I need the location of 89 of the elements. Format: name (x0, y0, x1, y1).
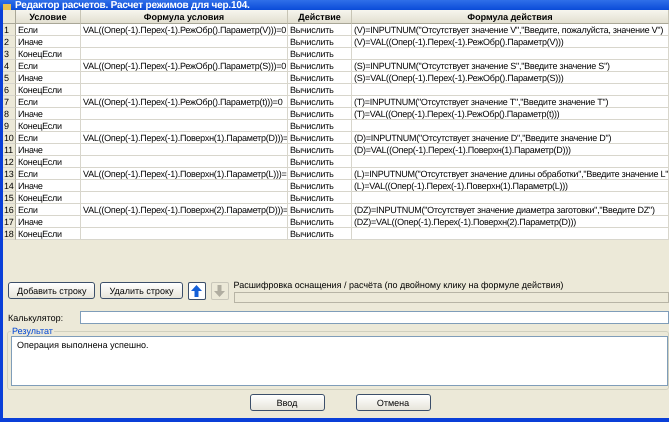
row-number[interactable]: 13 (3, 168, 16, 180)
column-header[interactable]: Формула действия (352, 10, 669, 24)
table-cell: Иначе (16, 108, 81, 120)
table-cell: Вычислить (288, 228, 352, 240)
table-cell: Если (16, 24, 81, 36)
table-cell: Вычислить (288, 132, 352, 144)
table-cell: Вычислить (288, 120, 352, 132)
table-cell: Вычислить (288, 180, 352, 192)
corner-header[interactable] (3, 10, 16, 24)
row-number[interactable]: 8 (3, 108, 16, 120)
row-number[interactable]: 17 (3, 216, 16, 228)
column-header[interactable]: Действие (288, 10, 352, 24)
table-cell: КонецЕсли (16, 192, 81, 204)
row-number[interactable]: 10 (3, 132, 16, 144)
calculator-field[interactable] (80, 311, 669, 324)
row-number[interactable]: 3 (3, 48, 16, 60)
table-cell: Вычислить (288, 156, 352, 168)
move-up-button[interactable] (188, 282, 206, 300)
table-cell: (T)=INPUTNUM("Отсутствует значение T","Введите значение T") (352, 96, 669, 108)
table-cell: Вычислить (288, 204, 352, 216)
table-cell: (L)=INPUTNUM("Отсутствует значение длины обработки","Введите значение L" (352, 168, 669, 180)
dialog-button[interactable]: Отмена (356, 394, 430, 411)
row-number[interactable]: 18 (3, 228, 16, 240)
up-arrow-icon (191, 285, 202, 297)
table-cell: Вычислить (288, 168, 352, 180)
row-number[interactable]: 11 (3, 144, 16, 156)
table-cell: Вычислить (288, 84, 352, 96)
table-cell: VAL((Опер(-1).Перех(-1).РежОбр().Параметр(V)))=0 (81, 24, 288, 36)
table-cell: Иначе (16, 144, 81, 156)
table-cell: Иначе (16, 180, 81, 192)
table-cell: Вычислить (288, 108, 352, 120)
table-cell: Если (16, 96, 81, 108)
table-cell: Вычислить (288, 60, 352, 72)
table-cell: КонецЕсли (16, 156, 81, 168)
table-cell: Если (16, 168, 81, 180)
result-title: Результат (11, 326, 54, 336)
table-cell: Иначе (16, 216, 81, 228)
row-number[interactable]: 9 (3, 120, 16, 132)
table-cell: (S)=VAL((Опер(-1).Перех(-1).РежОбр().Параметр(S))) (352, 72, 669, 84)
column-header[interactable]: Формула условия (81, 10, 288, 24)
down-arrow-icon (214, 285, 225, 297)
calculator-label: Калькулятор: (8, 312, 64, 322)
row-number[interactable]: 4 (3, 60, 16, 72)
table-cell: (DZ)=VAL((Опер(-1).Перех(-1).Поверхн(2).Параметр(D))) (352, 216, 669, 228)
row-number[interactable]: 1 (3, 24, 16, 36)
table-cell: Вычислить (288, 216, 352, 228)
table-cell: (D)=VAL((Опер(-1).Перех(-1).Поверхн(1).Параметр(D))) (352, 144, 669, 156)
table-cell: КонецЕсли (16, 84, 81, 96)
table-cell: (V)=VAL((Опер(-1).Перех(-1).РежОбр().Параметр(V))) (352, 36, 669, 48)
row-number[interactable]: 15 (3, 192, 16, 204)
column-header[interactable]: Условие (16, 10, 81, 24)
row-number[interactable]: 14 (3, 180, 16, 192)
table-cell: Если (16, 132, 81, 144)
row-number[interactable]: 16 (3, 204, 16, 216)
table-cell: VAL((Опер(-1).Перех(-1).РежОбр().Параметр(S)))=0 (81, 60, 288, 72)
table-cell: Вычислить (288, 36, 352, 48)
toolbar-button[interactable]: Добавить строку (8, 282, 96, 299)
table-cell: VAL((Опер(-1).Перех(-1).Поверхн(1).Параметр(L)))= (81, 168, 288, 180)
table-cell: Иначе (16, 36, 81, 48)
table-cell: (S)=INPUTNUM("Отсутствует значение S","Введите значение S") (352, 60, 669, 72)
table-cell: КонецЕсли (16, 228, 81, 240)
table-cell: (L)=VAL((Опер(-1).Перех(-1).Поверхн(1).Параметр(L))) (352, 180, 669, 192)
table-cell: Вычислить (288, 48, 352, 60)
table-cell: Вычислить (288, 144, 352, 156)
result-field: Операция выполнена успешно. (11, 336, 668, 386)
table-cell: Иначе (16, 72, 81, 84)
row-number[interactable]: 6 (3, 84, 16, 96)
table-cell: Если (16, 204, 81, 216)
table-cell: VAL((Опер(-1).Перех(-1).РежОбр().Параметр(t)))=0 (81, 96, 288, 108)
decoding-label: Расшифровка оснащения / расчёта (по двойному клику на формуле действия) (234, 280, 564, 290)
table-cell: (DZ)=INPUTNUM("Отсутствует значение диаметра заготовки","Введите DZ") (352, 204, 669, 216)
table-cell: Вычислить (288, 24, 352, 36)
table-cell: Вычислить (288, 96, 352, 108)
row-number[interactable]: 5 (3, 72, 16, 84)
row-number[interactable]: 12 (3, 156, 16, 168)
row-number[interactable]: 7 (3, 96, 16, 108)
table-cell: Вычислить (288, 72, 352, 84)
toolbar-button[interactable]: Удалить строку (100, 282, 182, 299)
table-cell: (V)=INPUTNUM("Отсутствует значение V","Введите, пожалуйста, значение V") (352, 24, 669, 36)
row-number[interactable]: 2 (3, 36, 16, 48)
table-cell: (T)=VAL((Опер(-1).Перех(-1).РежОбр().Параметр(t))) (352, 108, 669, 120)
app-icon (3, 4, 11, 10)
table-cell: КонецЕсли (16, 48, 81, 60)
table-cell: (D)=INPUTNUM("Отсутствует значение D","Введите значение D") (352, 132, 669, 144)
dialog-button[interactable]: Ввод (250, 394, 324, 411)
table-cell: Вычислить (288, 192, 352, 204)
window-title: Редактор расчетов. Расчет режимов для чер.104. (15, 1, 250, 10)
table-cell: Если (16, 60, 81, 72)
table-cell: КонецЕсли (16, 120, 81, 132)
